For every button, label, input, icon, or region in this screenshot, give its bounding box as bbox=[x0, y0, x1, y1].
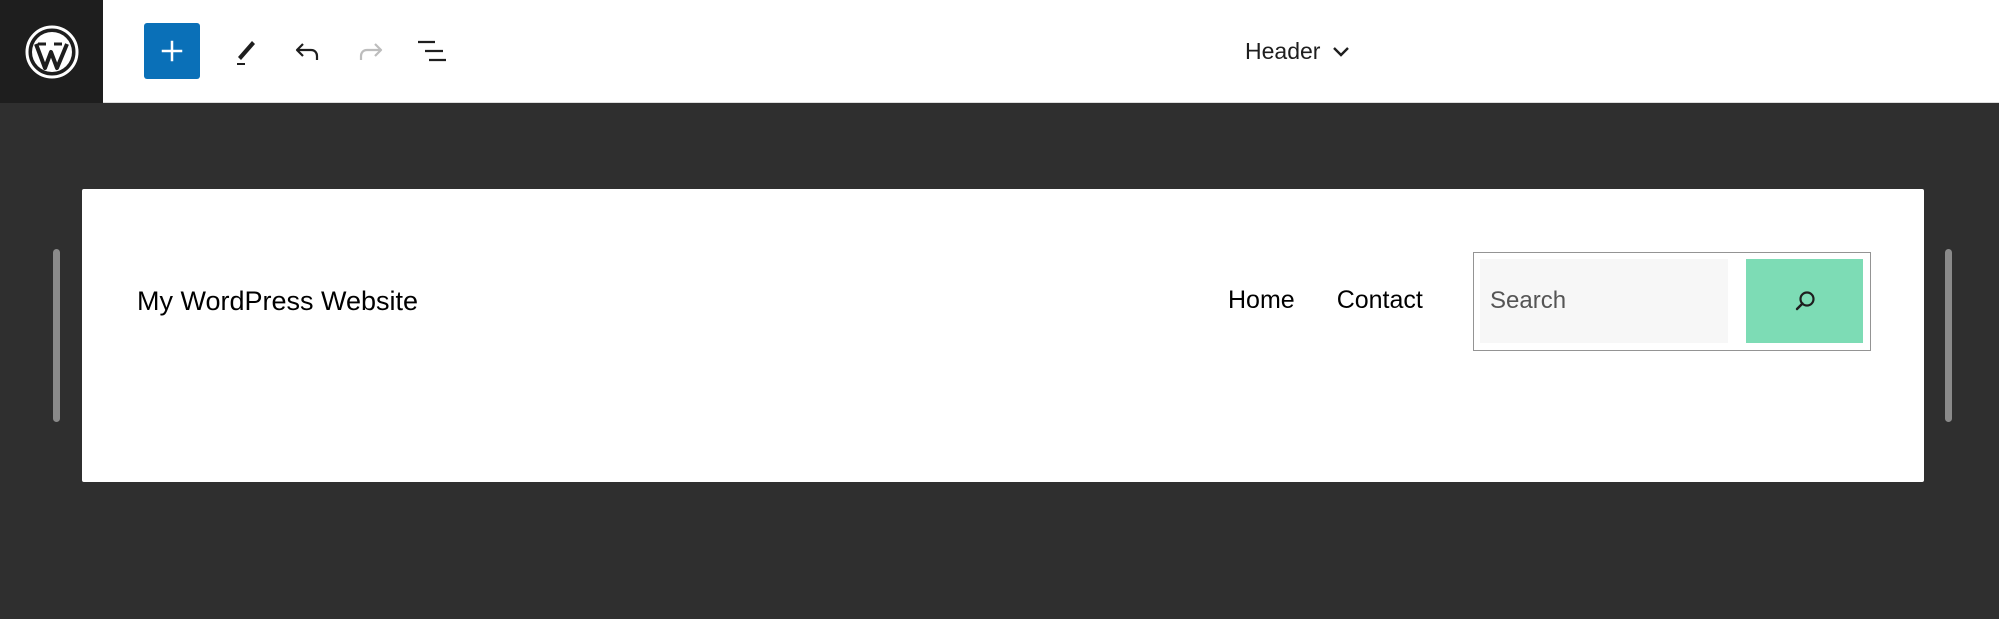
plus-icon bbox=[161, 40, 183, 62]
canvas-resize-handle-right[interactable] bbox=[1945, 249, 1952, 422]
search-icon bbox=[1795, 291, 1815, 311]
search-block bbox=[1473, 252, 1871, 351]
wordpress-logo-icon[interactable] bbox=[0, 0, 103, 103]
list-view-icon bbox=[418, 40, 446, 62]
search-input[interactable] bbox=[1480, 259, 1728, 343]
document-title: Header bbox=[1245, 37, 1321, 64]
redo-button[interactable] bbox=[349, 29, 393, 73]
list-view-button[interactable] bbox=[410, 29, 454, 73]
block-inserter-button[interactable] bbox=[144, 23, 200, 79]
chevron-down-icon bbox=[1333, 47, 1350, 57]
header-template-canvas: My WordPress Website Home Contact bbox=[82, 189, 1924, 482]
search-button[interactable] bbox=[1746, 259, 1863, 343]
undo-button[interactable] bbox=[285, 29, 329, 73]
tools-button[interactable] bbox=[222, 29, 266, 73]
nav-item-contact[interactable]: Contact bbox=[1337, 286, 1423, 315]
canvas-resize-handle-left[interactable] bbox=[53, 249, 60, 422]
nav-item-home[interactable]: Home bbox=[1228, 286, 1295, 315]
site-title[interactable]: My WordPress Website bbox=[137, 286, 418, 317]
redo-icon bbox=[359, 43, 383, 60]
editor-toolbar: Header bbox=[0, 0, 1999, 103]
undo-icon bbox=[295, 43, 319, 60]
navigation-block: Home Contact bbox=[1228, 286, 1423, 315]
document-title-dropdown[interactable]: Header bbox=[1245, 30, 1352, 72]
pencil-icon bbox=[237, 41, 255, 65]
